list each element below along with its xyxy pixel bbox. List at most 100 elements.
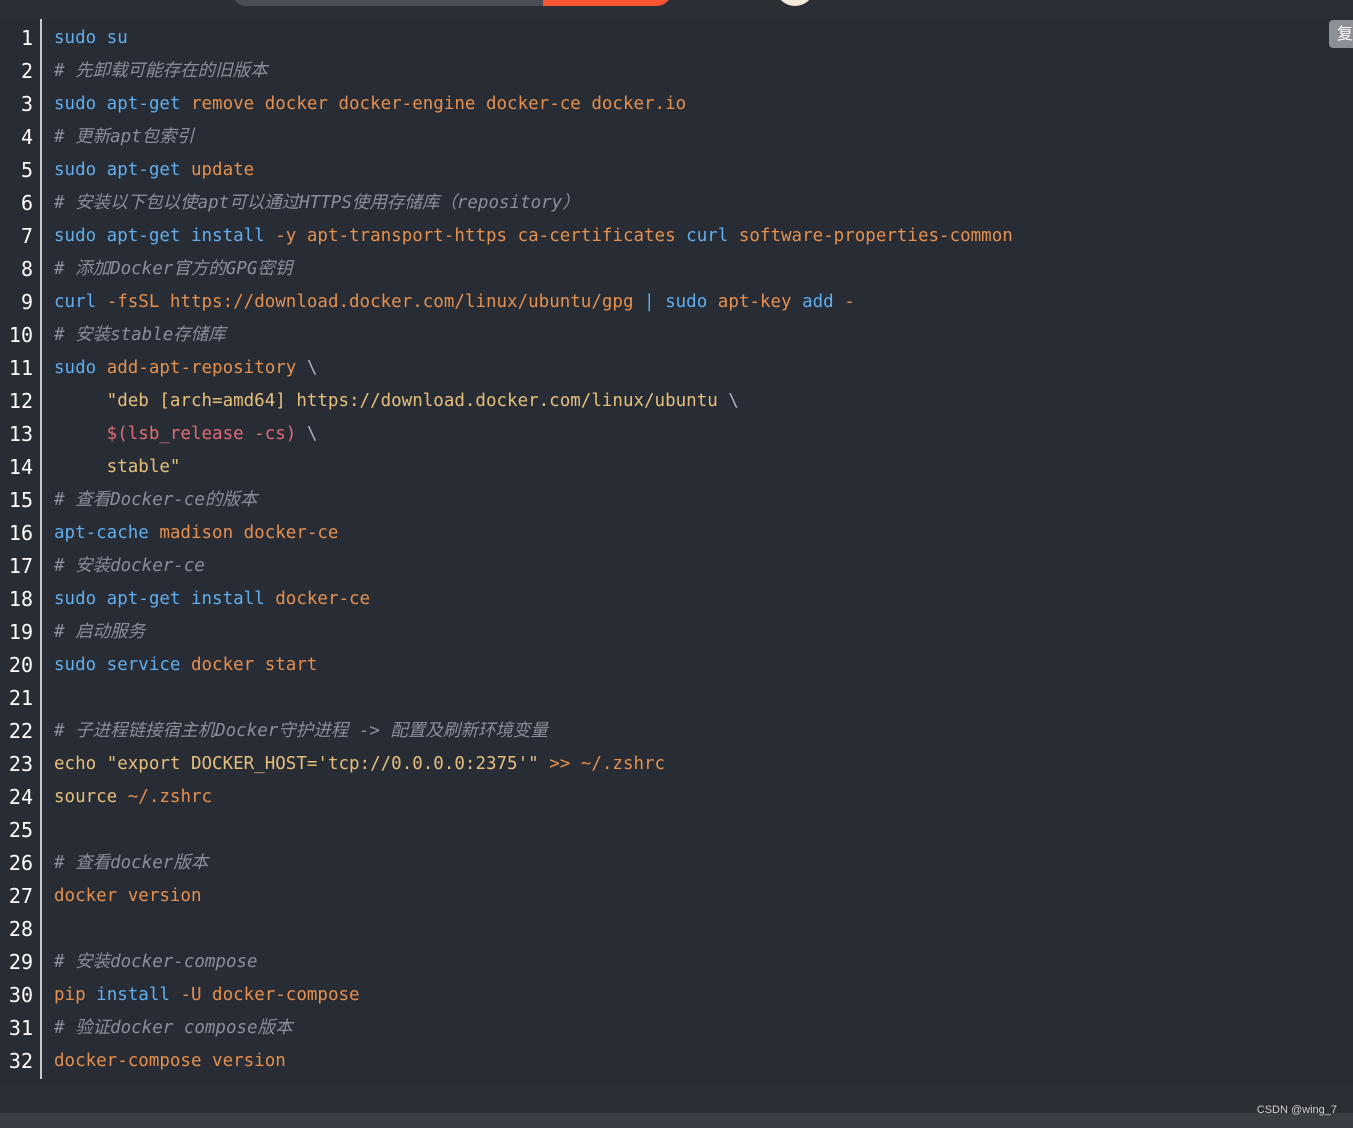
- code-token: remove docker docker-engine docker-ce do…: [190, 94, 687, 114]
- code-token: # 验证docker compose版本: [54, 1018, 293, 1038]
- code-line: # 先卸载可能存在的旧版本: [54, 55, 268, 88]
- line-number: 5: [20, 158, 33, 182]
- code-token: "deb [arch=amd64] https://download.docke…: [54, 391, 729, 411]
- line-number: 16: [8, 521, 33, 545]
- code-line: # 安装docker-compose: [54, 946, 258, 979]
- line-number: 24: [8, 785, 33, 809]
- line-number: 3: [20, 92, 33, 116]
- line-number: 1: [20, 26, 33, 50]
- line-number: 19: [8, 620, 33, 644]
- code-line: source ~/.zshrc: [54, 781, 212, 814]
- code-line: # 更新apt包索引: [54, 121, 194, 154]
- code-token: # 先卸载可能存在的旧版本: [54, 61, 268, 81]
- code-line: sudo service docker start: [54, 649, 317, 682]
- code-token: add-apt-repository: [106, 358, 307, 378]
- code-token: madison docker-ce: [159, 523, 339, 543]
- line-number: 21: [8, 686, 33, 710]
- code-token: sudo service: [54, 655, 191, 675]
- top-toolbar: [0, 0, 1353, 19]
- code-line: sudo apt-get install docker-ce: [54, 583, 370, 616]
- code-token: update: [190, 160, 255, 180]
- code-token: # 安装stable存储库: [54, 325, 226, 345]
- code-token: echo: [54, 754, 107, 774]
- code-token: \: [306, 358, 318, 378]
- line-number: 10: [8, 323, 33, 347]
- line-number: 17: [8, 554, 33, 578]
- code-token: # 启动服务: [54, 622, 146, 642]
- code-token: software-properties-common: [738, 226, 1013, 246]
- code-block[interactable]: 1 2 3 4 5 6 7 8 9 10 11 12 13 14 15 16 17 18 19 20 21 22 23 24 2…: [0, 19, 1353, 1085]
- line-number: 6: [20, 191, 33, 215]
- code-token: # 查看Docker-ce的版本: [54, 490, 258, 510]
- code-line: docker-compose version: [54, 1045, 286, 1078]
- code-line: # 添加Docker官方的GPG密钥: [54, 253, 292, 286]
- line-number: 8: [20, 257, 33, 281]
- code-token: apt-key: [717, 292, 803, 312]
- code-line: $(lsb_release -cs) \: [54, 418, 318, 451]
- line-number: 18: [8, 587, 33, 611]
- code-token: -fsSL https://download.docker.com/linux/…: [106, 292, 645, 312]
- code-token: docker start: [190, 655, 318, 675]
- line-number: 2: [20, 59, 33, 83]
- line-number: 11: [8, 356, 33, 380]
- code-token: add: [802, 292, 845, 312]
- code-token: docker-ce: [275, 589, 371, 609]
- horizontal-scrollbar[interactable]: [0, 1085, 1353, 1113]
- code-line: # 验证docker compose版本: [54, 1012, 293, 1045]
- code-token: pip: [54, 985, 97, 1005]
- line-number: 15: [8, 488, 33, 512]
- line-number: 12: [8, 389, 33, 413]
- code-line: "deb [arch=amd64] https://download.docke…: [54, 385, 739, 418]
- code-line: # 安装stable存储库: [54, 319, 226, 352]
- line-number: 9: [20, 290, 33, 314]
- code-token: # 更新apt包索引: [54, 127, 195, 147]
- code-line: # 查看docker版本: [54, 847, 208, 880]
- code-token: install: [96, 985, 181, 1005]
- code-token: # 查看docker版本: [54, 853, 209, 873]
- copy-code-button[interactable]: 复: [1329, 20, 1353, 48]
- code-token: source: [54, 787, 128, 807]
- code-token: -: [844, 292, 855, 312]
- toolbar-action-button[interactable]: [543, 0, 671, 6]
- code-token: ~/.zshrc: [127, 787, 213, 807]
- code-token: sudo apt-get install: [54, 226, 276, 246]
- line-number: 22: [8, 719, 33, 743]
- code-line: # 安装以下包以使apt可以通过HTTPS使用存储库（repository）: [54, 187, 580, 220]
- code-token: -y apt-transport-https ca-certificates: [275, 226, 687, 246]
- code-line: sudo apt-get remove docker docker-engine…: [54, 88, 686, 121]
- code-token: "export DOCKER_HOST='tcp://0.0.0.0:2375'…: [106, 754, 550, 774]
- code-line: sudo apt-get install -y apt-transport-ht…: [54, 220, 1013, 253]
- bottom-bar: [0, 1113, 1353, 1128]
- line-number: 23: [8, 752, 33, 776]
- line-number: 14: [8, 455, 33, 479]
- line-number: 29: [8, 950, 33, 974]
- code-token: \: [306, 424, 318, 444]
- code-token: -U docker-compose: [180, 985, 360, 1005]
- code-line: # 启动服务: [54, 616, 145, 649]
- line-number: 31: [8, 1016, 33, 1040]
- avatar[interactable]: [775, 0, 815, 6]
- code-line: stable": [54, 451, 181, 484]
- line-number: 32: [8, 1049, 33, 1073]
- code-page: 1 2 3 4 5 6 7 8 9 10 11 12 13 14 15 16 17 18 19 20 21 22 23 24 2…: [0, 0, 1353, 1128]
- code-token: curl: [54, 292, 107, 312]
- code-token: # 安装docker-compose: [54, 952, 258, 972]
- code-line: sudo su: [54, 22, 128, 55]
- code-line: docker version: [54, 880, 202, 913]
- code-token: \: [728, 391, 739, 411]
- code-token: sudo apt-get: [54, 160, 191, 180]
- line-number: 4: [20, 125, 33, 149]
- code-token: # 安装docker-ce: [54, 556, 205, 576]
- code-token: # 子进程链接宿主机Docker守护进程 -> 配置及刷新环境变量: [54, 721, 548, 741]
- toolbar-search-bar[interactable]: [232, 0, 562, 6]
- watermark: CSDN @wing_7: [1256, 1104, 1337, 1116]
- code-token: docker-compose version: [54, 1051, 286, 1071]
- code-token: apt-cache: [54, 523, 160, 543]
- code-token: stable": [54, 457, 181, 477]
- code-line: sudo apt-get update: [54, 154, 254, 187]
- line-number: 13: [8, 422, 33, 446]
- line-number: 20: [8, 653, 33, 677]
- code-token: sudo su: [54, 28, 128, 48]
- code-token: |: [644, 292, 666, 312]
- line-number: 25: [8, 818, 33, 842]
